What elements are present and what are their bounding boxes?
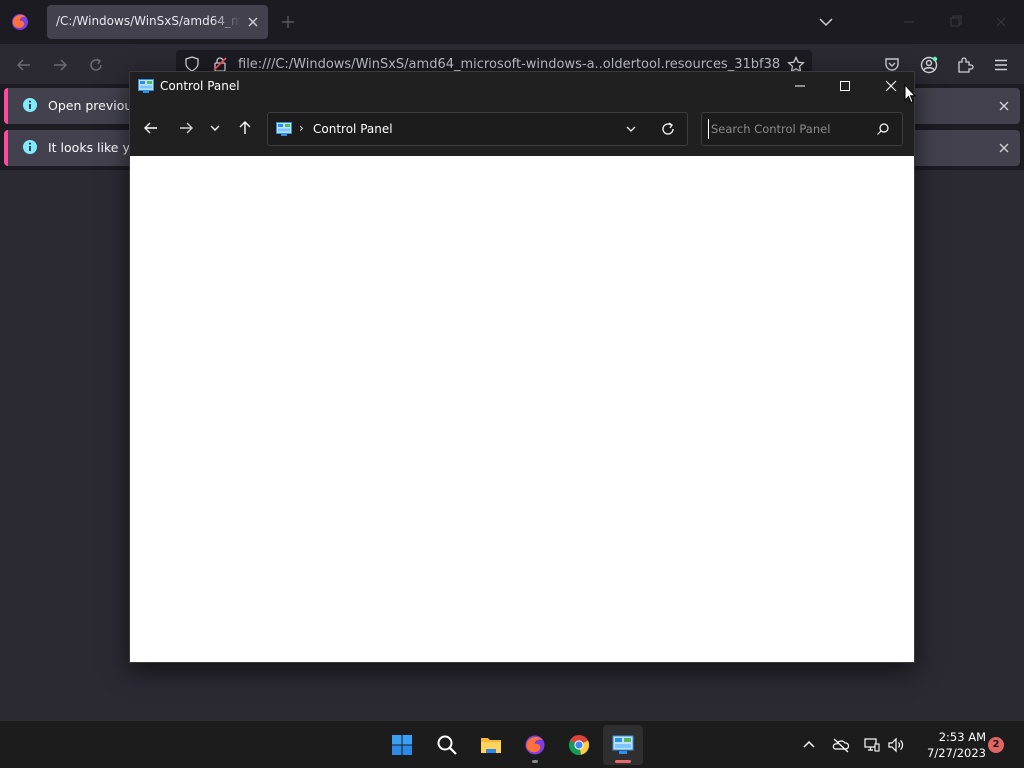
active-indicator [615,760,631,763]
address-bar[interactable]: › Control Panel [267,112,688,146]
chrome-icon [568,735,590,756]
account-icon[interactable] [920,56,938,74]
minimize-icon[interactable] [790,76,810,96]
forward-icon[interactable] [177,119,195,137]
plus-icon[interactable] [280,14,296,30]
clock-time: 2:53 AM [938,730,986,744]
restore-button[interactable] [932,10,978,34]
search-icon [437,735,457,755]
chrome-taskbar-button[interactable] [559,725,599,765]
chevron-down-icon[interactable] [208,119,222,137]
url-text[interactable]: file:///C:/Windows/WinSxS/amd64_microsof… [238,57,780,72]
close-icon[interactable] [996,140,1012,156]
info-icon [23,140,37,154]
search-input[interactable] [708,119,868,139]
browser-tab[interactable]: /C:/Windows/WinSxS/amd64_microsoft-windo… [47,5,268,39]
up-arrow-icon[interactable] [236,119,254,137]
close-icon[interactable] [881,76,901,96]
shield-icon[interactable] [184,56,200,72]
taskbar-clock[interactable]: 2:53 AM 7/27/2023 [916,729,986,761]
control-panel-icon [612,735,634,754]
close-icon[interactable] [996,98,1012,114]
clock-date: 7/27/2023 [927,746,986,760]
breadcrumb-separator[interactable]: › [299,121,304,135]
windows-start-icon [392,735,412,755]
back-icon[interactable] [15,56,33,74]
file-explorer-icon [481,738,501,753]
file-explorer-button[interactable] [471,725,511,765]
onedrive-icon[interactable] [832,736,850,754]
chevron-down-icon[interactable] [624,122,638,136]
refresh-icon[interactable] [660,121,676,137]
taskbar-search-button[interactable] [427,725,467,765]
notification-badge[interactable]: 2 [988,737,1004,753]
chevron-up-icon[interactable] [800,736,818,754]
search-box[interactable] [701,112,903,146]
minimize-button[interactable] [886,10,932,34]
window-title: Control Panel [160,79,240,93]
mouse-cursor-icon [904,84,916,104]
breadcrumb-control-panel[interactable]: Control Panel [313,122,393,136]
volume-icon[interactable] [887,736,905,754]
minimize-icon [904,21,914,23]
taskbar: 2:53 AM 7/27/2023 2 [0,720,1024,768]
firefox-icon [525,735,545,755]
browser-tab-bar: /C:/Windows/WinSxS/amd64_microsoft-windo… [0,0,1024,44]
restore-icon [950,15,962,27]
control-panel-icon [138,79,154,93]
network-icon[interactable] [863,736,881,754]
maximize-icon[interactable] [835,76,855,96]
extensions-icon[interactable] [956,56,974,74]
info-icon [23,98,37,112]
forward-icon[interactable] [51,56,69,74]
control-panel-icon [276,122,292,136]
reload-icon[interactable] [87,56,105,74]
back-icon[interactable] [142,119,160,137]
firefox-icon[interactable] [10,12,30,32]
running-indicator [532,760,538,763]
close-icon[interactable] [245,14,261,30]
close-icon [996,17,1006,27]
firefox-taskbar-button[interactable] [515,725,555,765]
control-panel-window: Control Panel › Control Panel [129,71,915,663]
chevron-down-icon[interactable] [818,14,834,30]
permission-icon[interactable] [212,56,228,72]
tab-title: /C:/Windows/WinSxS/amd64_microsoft-windo… [56,14,241,28]
control-panel-content [130,156,914,662]
control-panel-taskbar-button[interactable] [603,725,643,765]
menu-icon[interactable] [992,56,1010,74]
start-button[interactable] [382,725,422,765]
window-close-button[interactable] [978,10,1024,34]
search-icon[interactable] [876,122,890,136]
